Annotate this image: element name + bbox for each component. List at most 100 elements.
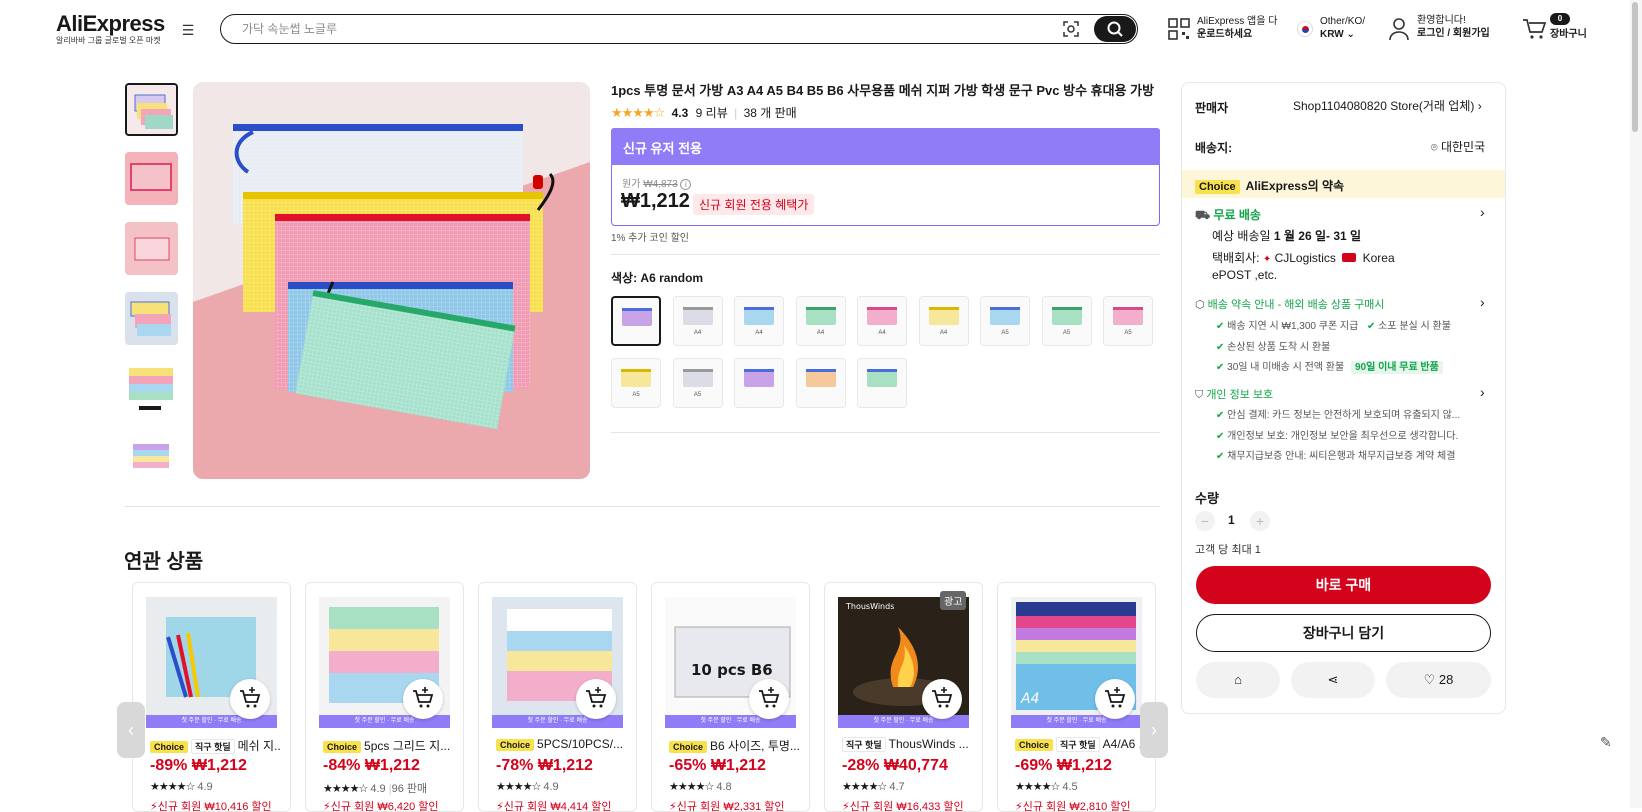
add-to-cart-icon[interactable]: [576, 679, 616, 719]
cart-count-badge: 0: [1550, 13, 1570, 25]
card-title-row: Choice 5PCS/10PCS/...: [496, 737, 626, 751]
color-swatch[interactable]: [734, 358, 784, 408]
ship-to-selector[interactable]: ⌾ 대한민국: [1431, 138, 1485, 155]
color-swatch[interactable]: A5: [611, 358, 661, 408]
card-price: ₩1,212: [1056, 757, 1112, 774]
color-swatch[interactable]: A5: [1041, 296, 1092, 346]
original-price-row: 원가 ₩4,873 i: [622, 175, 692, 190]
related-product-card[interactable]: ThousWinds 광고 첫 주문 할인 · 무료 배송 직구 핫딜 ThousWin…: [824, 582, 983, 812]
card-price: ₩1,212: [364, 757, 420, 774]
color-swatch[interactable]: A4: [918, 296, 969, 346]
color-swatch[interactable]: [611, 296, 661, 346]
card-price-row: -69% ₩1,212: [1015, 757, 1112, 775]
swatch-label: A5: [693, 392, 702, 398]
scrollbar-thumb[interactable]: [1632, 2, 1638, 132]
card-price: ₩40,774: [883, 757, 948, 774]
add-to-cart-button[interactable]: 장바구니 담기: [1196, 614, 1491, 652]
card-sold: 96 판매: [391, 783, 428, 795]
guarantee-text: 30일 내 미배송 시 전액 환불: [1227, 362, 1345, 373]
rating-row[interactable]: ★★★★☆ 4.3 9 리뷰 | 38 개 판매: [611, 104, 797, 121]
color-swatch[interactable]: A5: [672, 358, 723, 408]
free-shipping-label: 무료 배송: [1213, 208, 1261, 222]
related-product-card[interactable]: 10 pcs B6 첫 주문 할인 · 무료 배송 Choice B6 사이즈, 투명…: [651, 582, 810, 812]
chevron-right-icon[interactable]: ›: [1480, 204, 1485, 220]
gallery-thumbnail[interactable]: [125, 362, 178, 415]
info-icon[interactable]: i: [680, 179, 692, 190]
related-product-card[interactable]: 첫 주문 할인 · 무료 배송 Choice 직구 핫딜 메쉬 지... -89% ₩1…: [132, 582, 291, 812]
flame-icon: ⚡: [1015, 801, 1023, 812]
privacy-row[interactable]: ⛉ 개인 정보 보호: [1195, 386, 1273, 402]
review-count[interactable]: 9 리뷰: [696, 106, 728, 120]
free-shipping-row[interactable]: ⛟ 무료 배송: [1195, 206, 1261, 224]
cart-label[interactable]: 장바구니: [1550, 28, 1587, 41]
buy-now-button[interactable]: 바로 구매: [1196, 566, 1491, 604]
color-swatch[interactable]: A4: [672, 296, 723, 346]
purchase-limit: 고객 당 최대 1: [1195, 544, 1261, 556]
color-swatch[interactable]: A4: [734, 296, 784, 346]
region-language[interactable]: Other/KO/: [1320, 15, 1365, 28]
swatch-zipper: [682, 307, 713, 310]
add-to-cart-icon[interactable]: [749, 679, 789, 719]
add-to-cart-icon[interactable]: [403, 679, 443, 719]
gallery-thumbnail[interactable]: [125, 83, 178, 136]
carousel-prev-button[interactable]: ‹: [117, 702, 145, 758]
carousel-next-button[interactable]: ›: [1140, 702, 1168, 758]
guarantee-row[interactable]: ⬡ 배송 약속 안내 - 해외 배송 상품 구매시: [1195, 296, 1385, 312]
color-swatch[interactable]: A5: [1103, 296, 1153, 346]
quantity-value[interactable]: 1: [1228, 513, 1235, 527]
search-button[interactable]: [1094, 16, 1136, 42]
swatch-zipper: [622, 308, 652, 311]
main-product-image[interactable]: [193, 82, 590, 479]
card-rating-row: ★★★★☆ 4.5: [1015, 780, 1078, 793]
aliexpress-logo[interactable]: AliExpress: [56, 11, 165, 37]
cart-icon[interactable]: [1522, 18, 1546, 40]
add-to-cart-icon[interactable]: [1095, 679, 1135, 719]
color-swatch[interactable]: A4: [795, 296, 846, 346]
qr-code-icon[interactable]: [1168, 18, 1190, 40]
quantity-increase-button[interactable]: +: [1250, 511, 1270, 531]
add-to-cart-icon[interactable]: [230, 679, 270, 719]
related-product-card[interactable]: 첫 주문 할인 · 무료 배송 Choice 5pcs 그리드 지... -84% ₩…: [305, 582, 464, 812]
coin-discount: 1% 추가 코인 할인: [611, 233, 689, 244]
original-price: ₩4,873: [643, 179, 678, 190]
gallery-thumbnail[interactable]: [125, 222, 178, 275]
card-discount: -28%: [842, 757, 880, 774]
color-swatch[interactable]: [795, 358, 846, 408]
chevron-right-icon[interactable]: ›: [1480, 294, 1485, 310]
card-price: ₩1,212: [537, 757, 593, 774]
original-price-label: 원가: [622, 179, 641, 190]
quantity-decrease-button[interactable]: −: [1195, 511, 1215, 531]
related-product-card[interactable]: A4 첫 주문 할인 · 무료 배송 Choice 직구 핫딜 A4/A6 ... -69…: [997, 582, 1156, 812]
card-promo-text: 신규 회원 ₩2,331 할인: [676, 801, 785, 812]
app-download-line2[interactable]: 운로드하세요: [1197, 28, 1252, 41]
add-to-cart-icon[interactable]: [922, 679, 962, 719]
gallery-thumbnail[interactable]: [125, 292, 178, 345]
login-signup-link[interactable]: 로그인 / 회원가입: [1417, 27, 1490, 40]
location-pin-icon: ⌾: [1431, 142, 1438, 154]
share-button[interactable]: ⋖: [1291, 662, 1375, 698]
chevron-right-icon[interactable]: ›: [1480, 384, 1485, 400]
search-input[interactable]: [220, 14, 1138, 44]
user-icon[interactable]: [1388, 17, 1410, 41]
color-swatch[interactable]: A5: [980, 296, 1030, 346]
hamburger-menu-icon[interactable]: ☰: [180, 22, 196, 38]
store-button[interactable]: ⌂: [1196, 662, 1280, 698]
app-download-line1[interactable]: AliExpress 앱을 다: [1197, 15, 1277, 28]
currency-selector[interactable]: KRW ⌄: [1320, 28, 1355, 41]
color-swatch[interactable]: [857, 358, 907, 408]
hot-deal-badge: 직구 핫딜: [1056, 737, 1100, 752]
feedback-edit-icon[interactable]: ✎: [1600, 734, 1612, 751]
card-promo-text: 신규 회원 ₩2,810 할인: [1022, 801, 1131, 812]
related-product-card[interactable]: 첫 주문 할인 · 무료 배송 Choice 5PCS/10PCS/... -78% …: [478, 582, 637, 812]
seller-name-link[interactable]: Shop1104080820 Store(거래 업체) ›: [1293, 97, 1482, 114]
wishlist-button[interactable]: ♡ 28: [1386, 662, 1491, 698]
swatch-zipper: [805, 307, 836, 310]
image-search-icon[interactable]: [1062, 20, 1080, 38]
card-title: 메쉬 지...: [237, 739, 280, 753]
gallery-thumbnail[interactable]: [125, 152, 178, 205]
check-icon: ✔: [1216, 362, 1225, 373]
color-swatch[interactable]: A4: [857, 296, 907, 346]
chevron-left-icon: ‹: [128, 720, 134, 740]
swatch-zipper: [621, 369, 651, 372]
gallery-thumbnail[interactable]: [125, 432, 178, 480]
